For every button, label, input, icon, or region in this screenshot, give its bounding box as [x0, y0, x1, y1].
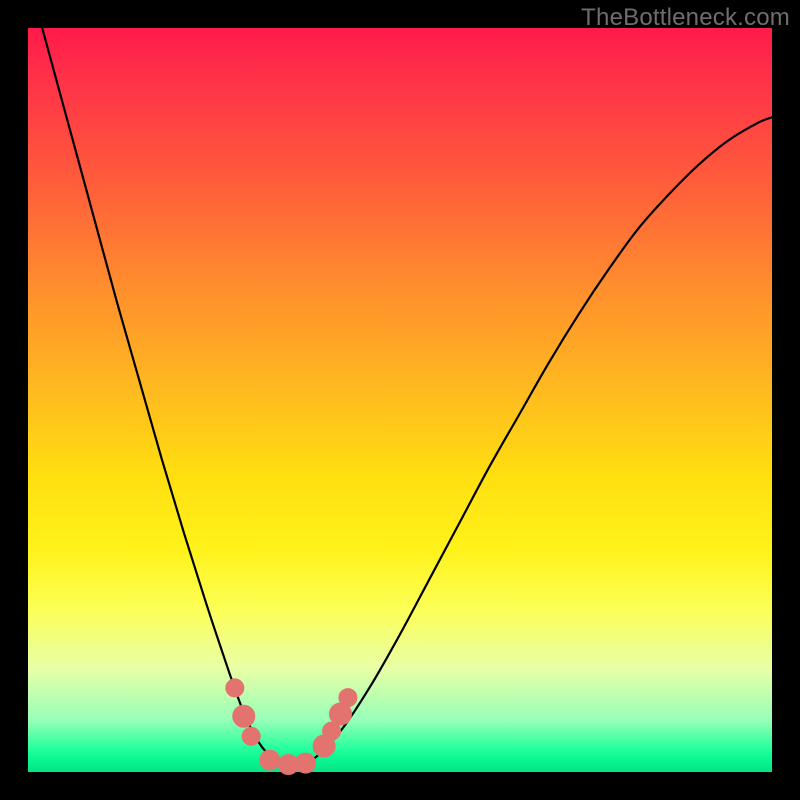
curve-marker: [233, 705, 255, 727]
curve-marker: [242, 727, 260, 745]
curve-marker: [226, 679, 244, 697]
chart-plot-area: [28, 28, 772, 772]
curve-marker: [296, 753, 316, 773]
curve-marker: [339, 689, 357, 707]
curve-marker: [260, 750, 280, 770]
bottleneck-curve: [28, 0, 773, 765]
marker-layer: [226, 679, 357, 775]
watermark-text: TheBottleneck.com: [581, 4, 790, 32]
chart-svg: [28, 28, 772, 772]
chart-frame: TheBottleneck.com: [0, 0, 800, 800]
curve-layer: [28, 0, 773, 765]
